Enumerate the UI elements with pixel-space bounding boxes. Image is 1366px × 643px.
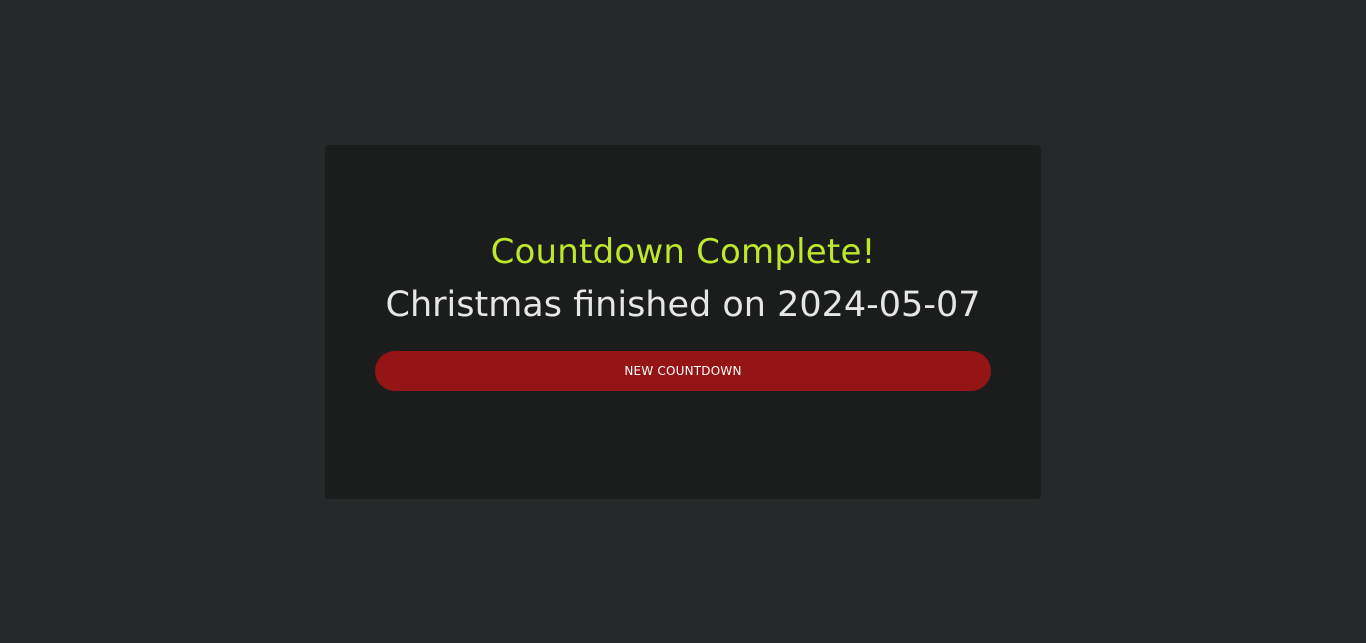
page: Countdown Complete! Christmas finished o… bbox=[0, 0, 1366, 643]
countdown-finished-message: Christmas finished on 2024-05-07 bbox=[385, 285, 981, 325]
new-countdown-button[interactable]: NEW COUNTDOWN bbox=[375, 351, 991, 391]
countdown-complete-title: Countdown Complete! bbox=[490, 232, 876, 272]
countdown-complete-card: Countdown Complete! Christmas finished o… bbox=[325, 145, 1041, 499]
